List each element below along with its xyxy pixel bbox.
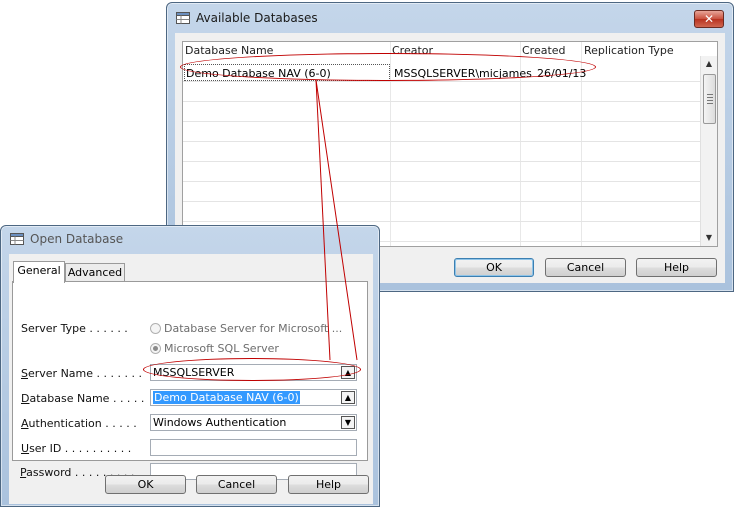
tab-general[interactable]: General [13,261,65,283]
open-database-title: Open Database [30,232,124,246]
cancel-button[interactable]: Cancel [196,475,277,494]
column-header-replication-type[interactable]: Replication Type [584,44,674,57]
server-name-label: Server Name . . . . . . . [21,367,142,380]
radio-database-server[interactable]: Database Server for Microsoft ... [150,322,342,335]
close-button[interactable]: ✕ [694,10,724,28]
cancel-button[interactable]: Cancel [545,258,626,277]
table-row [183,162,701,182]
lookup-up-arrow-icon[interactable]: ▲ [341,391,355,404]
radio-microsoft-sql-server[interactable]: Microsoft SQL Server [150,342,279,355]
scrollbar-thumb[interactable] [703,74,716,124]
available-databases-title: Available Databases [196,11,318,25]
radio-button-icon [150,323,161,334]
cell-database-name[interactable]: Demo Database NAV (6-0) [186,67,331,80]
scroll-up-icon[interactable]: ▲ [701,56,717,72]
authentication-label: Authentication . . . . . [21,417,137,430]
server-name-field[interactable]: MSSQLSERVER ▲ [150,364,357,381]
ok-button[interactable]: OK [454,258,534,277]
general-tab-panel: Server Type . . . . . . Database Server … [12,281,368,461]
tab-advanced[interactable]: Advanced [65,263,125,283]
table-window-icon [176,12,190,24]
column-header-creator[interactable]: Creator [392,44,433,57]
vertical-scrollbar[interactable]: ▲ ▼ [700,56,717,246]
table-row [183,202,701,222]
dropdown-arrow-icon[interactable]: ▼ [341,416,355,429]
user-id-label: User ID . . . . . . . . . . [21,442,132,455]
table-row [183,102,701,122]
help-button[interactable]: Help [288,475,369,494]
table-row [183,182,701,202]
close-icon: ✕ [703,12,715,26]
help-button[interactable]: Help [636,258,717,277]
scroll-down-icon[interactable]: ▼ [701,230,717,246]
user-id-field[interactable] [150,439,357,456]
radio-button-selected-icon [150,343,161,354]
open-database-titlebar[interactable]: Open Database [1,226,379,252]
open-database-window: Open Database General Advanced Server Ty… [0,225,380,507]
cell-created[interactable]: 26/01/13 [537,67,586,80]
available-databases-titlebar[interactable]: Available Databases [167,3,733,33]
column-header-created[interactable]: Created [522,44,566,57]
database-name-field[interactable]: Demo Database NAV (6-0) ▲ [150,389,357,406]
column-header-database-name[interactable]: Database Name [185,44,273,57]
cell-creator[interactable]: MSSQLSERVER\micjames [394,67,532,80]
ok-button[interactable]: OK [105,475,186,494]
table-row [183,82,701,102]
lookup-up-arrow-icon[interactable]: ▲ [341,366,355,379]
table-row [183,142,701,162]
database-name-label: Database Name . . . . . [21,392,145,405]
authentication-select[interactable]: Windows Authentication ▼ [150,414,357,431]
table-row [183,122,701,142]
table-window-icon [10,233,24,245]
open-database-client: General Advanced Server Type . . . . . .… [9,254,373,504]
database-list[interactable]: Database Name Creator Created Replicatio… [182,41,718,247]
server-type-label: Server Type . . . . . . [21,322,128,335]
